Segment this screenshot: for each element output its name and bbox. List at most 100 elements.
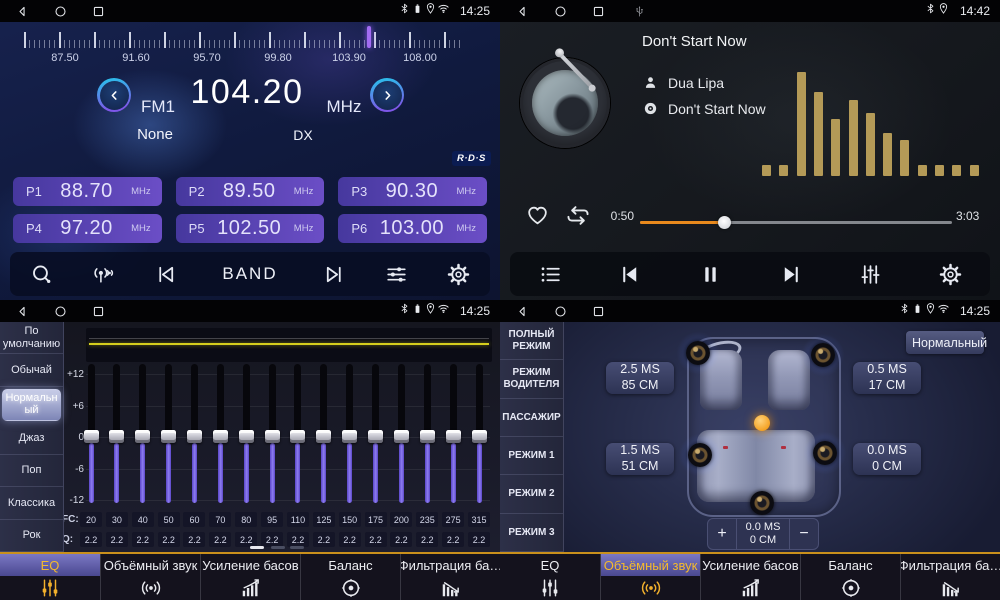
eq-preset-4[interactable]: Джаз [0, 423, 63, 455]
usb-icon[interactable] [633, 5, 646, 18]
preset-p1[interactable]: P188.70MHz [13, 177, 162, 206]
delay-front-left-button[interactable]: 2.5 MS 85 CM [606, 362, 674, 394]
page-indicator[interactable] [290, 546, 304, 549]
back-icon[interactable] [515, 304, 530, 319]
slider-thumb[interactable] [446, 430, 461, 443]
progress-bar[interactable] [640, 221, 952, 224]
eq-band-slider[interactable] [440, 362, 466, 512]
recents-icon[interactable] [591, 304, 606, 319]
eq-band-slider[interactable] [181, 362, 207, 512]
tab-balance[interactable]: Баланс [800, 554, 900, 600]
gear-button[interactable] [938, 262, 963, 287]
tab-filter[interactable]: Фильтрация ба… [900, 554, 1000, 600]
listening-mode-4[interactable]: РЕЖИМ 1 [500, 437, 563, 475]
slider-thumb[interactable] [290, 430, 305, 443]
slider-thumb[interactable] [316, 430, 331, 443]
mixer-vertical-button[interactable] [858, 262, 883, 287]
back-icon[interactable] [515, 4, 530, 19]
home-icon[interactable] [553, 304, 568, 319]
slider-thumb[interactable] [265, 430, 280, 443]
search-button[interactable] [29, 262, 54, 287]
eq-band-slider[interactable] [311, 362, 337, 512]
gear-button[interactable] [446, 262, 471, 287]
tab-eq-sliders[interactable]: EQ [0, 554, 100, 600]
seek-down-button[interactable] [97, 78, 131, 112]
slider-thumb[interactable] [394, 430, 409, 443]
preset-p5[interactable]: P5102.50MHz [176, 214, 325, 243]
preset-p6[interactable]: P6103.00MHz [338, 214, 487, 243]
eq-band-slider[interactable] [259, 362, 285, 512]
eq-band-slider[interactable] [104, 362, 130, 512]
pause-button[interactable] [698, 262, 723, 287]
listening-mode-6[interactable]: РЕЖИМ 3 [500, 514, 563, 552]
delay-increase-button[interactable]: + [708, 519, 736, 549]
recents-icon[interactable] [591, 4, 606, 19]
slider-thumb[interactable] [187, 430, 202, 443]
listening-mode-1[interactable]: ПОЛНЫЙ РЕЖИМ [500, 322, 563, 360]
eq-band-slider[interactable] [233, 362, 259, 512]
eq-band-slider[interactable] [337, 362, 363, 512]
tab-surround[interactable]: Объёмный звук [100, 554, 200, 600]
back-icon[interactable] [15, 304, 30, 319]
eq-preset-3[interactable]: Нормальный [2, 389, 61, 421]
delay-front-right-button[interactable]: 0.5 MS 17 CM [853, 362, 921, 394]
tab-bass-boost[interactable]: Усиление басов [200, 554, 300, 600]
preset-p4[interactable]: P497.20MHz [13, 214, 162, 243]
tab-bass-boost[interactable]: Усиление басов [700, 554, 800, 600]
prev-outline-button[interactable] [154, 262, 179, 287]
eq-preset-2[interactable]: Обычай [0, 354, 63, 386]
progress-knob[interactable] [718, 216, 731, 229]
eq-band-slider[interactable] [466, 362, 492, 512]
slider-thumb[interactable] [84, 430, 99, 443]
slider-thumb[interactable] [239, 430, 254, 443]
eq-preset-7[interactable]: Рок [0, 520, 63, 552]
eq-preset-5[interactable]: Поп [0, 455, 63, 487]
back-icon[interactable] [15, 4, 30, 19]
slider-thumb[interactable] [213, 430, 228, 443]
repeat-button[interactable] [563, 202, 593, 232]
delay-rear-right-button[interactable]: 0.0 MS 0 CM [853, 443, 921, 475]
playlist-button[interactable] [538, 262, 563, 287]
delay-rear-left-button[interactable]: 1.5 MS 51 CM [606, 443, 674, 475]
eq-band-slider[interactable] [388, 362, 414, 512]
prev-filled-button[interactable] [618, 262, 643, 287]
delay-decrease-button[interactable]: − [790, 519, 818, 549]
band-button[interactable]: BAND [216, 263, 283, 285]
recents-icon[interactable] [91, 4, 106, 19]
home-icon[interactable] [53, 304, 68, 319]
tab-filter[interactable]: Фильтрация ба… [400, 554, 500, 600]
listening-mode-3[interactable]: ПАССАЖИР [500, 399, 563, 437]
slider-thumb[interactable] [368, 430, 383, 443]
favorite-button[interactable] [524, 203, 551, 231]
eq-preset-6[interactable]: Классика [0, 487, 63, 519]
slider-thumb[interactable] [109, 430, 124, 443]
page-indicator[interactable] [271, 546, 285, 549]
eq-band-slider[interactable] [207, 362, 233, 512]
home-icon[interactable] [53, 4, 68, 19]
recents-icon[interactable] [91, 304, 106, 319]
tuner-scale[interactable]: 87.5091.6095.7099.80103.90108.00 [0, 26, 500, 68]
slider-thumb[interactable] [472, 430, 487, 443]
eq-band-slider[interactable] [78, 362, 104, 512]
preset-p2[interactable]: P289.50MHz [176, 177, 325, 206]
slider-thumb[interactable] [420, 430, 435, 443]
eq-preset-1[interactable]: По умолчанию [0, 322, 63, 354]
eq-band-slider[interactable] [156, 362, 182, 512]
eq-band-slider[interactable] [285, 362, 311, 512]
tab-surround[interactable]: Объёмный звук [600, 554, 700, 600]
listening-position-dot[interactable] [754, 415, 770, 431]
tab-balance[interactable]: Баланс [300, 554, 400, 600]
sound-profile-button[interactable]: Нормальный [906, 331, 984, 354]
next-filled-button[interactable] [778, 262, 803, 287]
slider-thumb[interactable] [135, 430, 150, 443]
eq-band-slider[interactable] [363, 362, 389, 512]
mixer-horizontal-button[interactable] [384, 262, 409, 287]
broadcast-button[interactable] [91, 262, 116, 287]
slider-thumb[interactable] [342, 430, 357, 443]
next-outline-button[interactable] [321, 262, 346, 287]
slider-thumb[interactable] [161, 430, 176, 443]
seek-up-button[interactable] [370, 78, 404, 112]
preset-p3[interactable]: P390.30MHz [338, 177, 487, 206]
eq-band-slider[interactable] [414, 362, 440, 512]
eq-band-slider[interactable] [130, 362, 156, 512]
